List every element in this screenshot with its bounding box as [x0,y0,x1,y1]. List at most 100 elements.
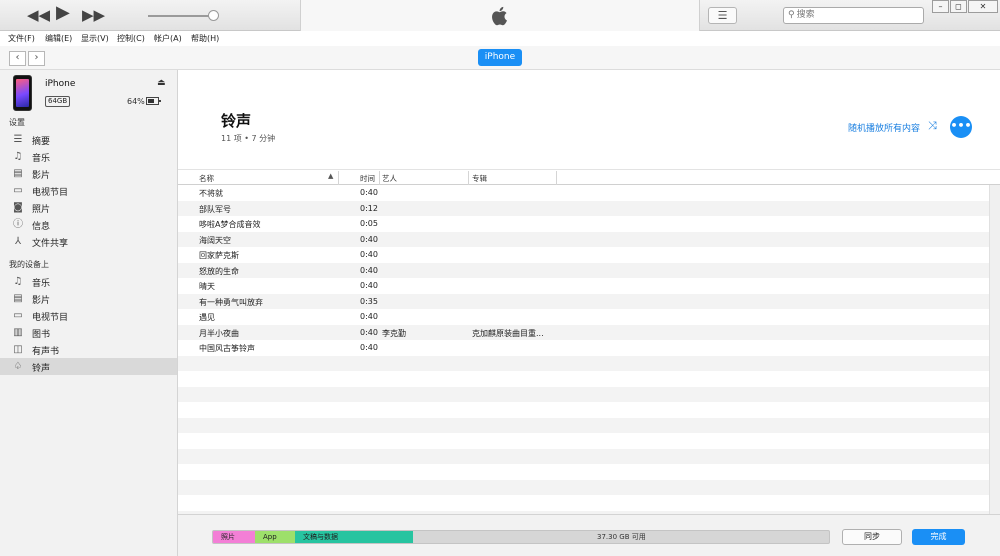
table-row[interactable]: 遇见 0:40 [178,309,1000,325]
cell-name: 回家萨克斯 [199,251,239,260]
sidebar-device-item-3[interactable]: ▥ 图书 [0,324,177,341]
table-row[interactable]: 海阔天空 0:40 [178,231,1000,247]
camera-icon: ◙ [13,202,23,213]
table-row[interactable]: 哆啦A梦合成音效 0:05 [178,216,1000,232]
shuffle-icon[interactable]: ⤨ [928,119,937,133]
sidebar-device-item-0[interactable]: ♫ 音乐 [0,273,177,290]
column-album[interactable]: 专辑 [472,173,487,184]
sidebar-settings-item-6[interactable]: ⅄ 文件共享 [0,233,177,250]
shuffle-all-link[interactable]: 随机播放所有内容 [848,121,920,134]
sidebar-item-label: 影片 [32,171,51,181]
close-icon[interactable]: ✕ [968,0,998,13]
done-button[interactable]: 完成 [912,529,965,545]
sidebar-settings-item-1[interactable]: ♫ 音乐 [0,148,177,165]
storage-bar: 照片 App 文稿与数据 37.30 GB 可用 [212,530,830,544]
sidebar-device-item-4[interactable]: ◫ 有声书 [0,341,177,358]
cell-time: 0:35 [360,296,378,306]
sidebar-item-label: 文件共享 [32,239,69,249]
scrollbar[interactable] [989,185,1000,514]
restore-icon[interactable]: ◻ [950,0,967,13]
sidebar-settings-item-0[interactable]: ☰ 摘要 [0,131,177,148]
back-arrow-icon[interactable]: ‹ [9,51,26,66]
capacity-badge: 64GB [45,96,71,107]
table-row[interactable]: 晴天 0:40 [178,278,1000,294]
cell-artist: 李克勤 [382,328,406,338]
sync-button[interactable]: 同步 [842,529,902,545]
cell-name: 哆啦A梦合成音效 [199,220,261,229]
menu-view[interactable]: 显示(V) [81,33,109,44]
sidebar-settings-item-4[interactable]: ◙ 照片 [0,199,177,216]
table-row[interactable]: 部队军号 0:12 [178,200,1000,216]
table-header: 名称 ▲ 时间 艺人 专辑 [178,169,1000,185]
info-icon: ⓘ [13,219,23,230]
menu-help[interactable]: 帮助(H) [191,33,219,44]
menu-edit[interactable]: 编辑(E) [45,33,72,44]
cell-time: 0:40 [360,327,378,337]
sidebar-settings-item-5[interactable]: ⓘ 信息 [0,216,177,233]
sidebar-device-item-5[interactable]: ♤ 铃声 [0,358,177,375]
music-icon: ♫ [13,276,23,287]
list-view-icon[interactable]: ☰ [708,7,737,24]
sort-up-icon[interactable]: ▲ [328,172,333,180]
empty-row [178,495,1000,511]
iphone-icon [13,75,32,111]
table-row[interactable]: 有一种勇气叫放弃 0:35 [178,293,1000,309]
sidebar-item-label: 铃声 [32,364,51,374]
empty-row [178,464,1000,480]
book-icon: ▥ [13,327,23,338]
eject-icon[interactable]: ⏏ [157,78,166,88]
music-icon: ♫ [13,151,23,162]
menu-account[interactable]: 帐户(A) [154,33,182,44]
sidebar-item-label: 图书 [32,330,51,340]
ringtone-table: 名称 ▲ 时间 艺人 专辑 不将就 0:40 部队军号 0:12 哆啦A梦合成音效 0:0… [178,169,1000,514]
search-icon: ⚲ [788,10,795,20]
fast-forward-icon[interactable]: ▶▶ [82,7,105,23]
sidebar-item-label: 音乐 [32,154,51,164]
cell-name: 海阔天空 [199,235,231,245]
cell-time: 0:05 [360,219,378,228]
device-tab[interactable]: iPhone [478,49,522,66]
more-button[interactable]: ••• [950,116,972,138]
menu-file[interactable]: 文件(F) [8,33,35,44]
film-icon: ▤ [13,168,23,179]
forward-arrow-icon[interactable]: › [28,51,45,66]
title-bar: ◀◀ ▶ ▶▶ ☰ ⚲ 搜索 – ◻ ✕ [0,0,1000,31]
search-placeholder: 搜索 [796,10,815,20]
search-input[interactable]: ⚲ 搜索 [783,7,924,24]
empty-row [178,417,1000,433]
sidebar-device-item-2[interactable]: ▭ 电视节目 [0,307,177,324]
table-body: 不将就 0:40 部队军号 0:12 哆啦A梦合成音效 0:05 海阔天空 0:40 回家萨克斯… [178,185,1000,514]
menu-controls[interactable]: 控制(C) [117,33,145,44]
table-row[interactable]: 中国风古筝铃声 0:40 [178,340,1000,356]
cell-time: 0:40 [360,265,378,275]
minimize-icon[interactable]: – [932,0,949,13]
column-artist[interactable]: 艺人 [382,173,397,184]
bell-icon: ♤ [13,361,23,372]
storage-segment-apps: App [255,531,295,543]
cell-name: 部队军号 [199,204,231,214]
apple-icon [492,6,507,26]
sidebar-device-item-1[interactable]: ▤ 影片 [0,290,177,307]
column-time[interactable]: 时间 [360,173,375,184]
play-icon[interactable]: ▶ [56,4,70,22]
column-name[interactable]: 名称 [199,173,214,184]
empty-row [178,355,1000,371]
table-row[interactable]: 不将就 0:40 [178,185,1000,201]
empty-row [178,371,1000,387]
cell-time: 0:40 [360,343,378,352]
cell-time: 0:40 [360,188,378,197]
film-icon: ▤ [13,293,23,304]
table-row[interactable]: 月半小夜曲 0:40 李克勤 克加麒原装曲目重... [178,324,1000,340]
table-row[interactable]: 怒放的生命 0:40 [178,262,1000,278]
volume-knob[interactable] [208,10,219,21]
cell-name: 怒放的生命 [199,266,239,276]
rewind-icon[interactable]: ◀◀ [27,7,50,23]
battery-icon [146,97,161,105]
table-row[interactable]: 回家萨克斯 0:40 [178,247,1000,263]
cell-name: 不将就 [199,189,223,198]
cell-time: 0:12 [360,203,378,213]
sidebar-settings-item-2[interactable]: ▤ 影片 [0,165,177,182]
cell-time: 0:40 [360,234,378,244]
volume-slider[interactable] [148,15,214,17]
sidebar-settings-item-3[interactable]: ▭ 电视节目 [0,182,177,199]
